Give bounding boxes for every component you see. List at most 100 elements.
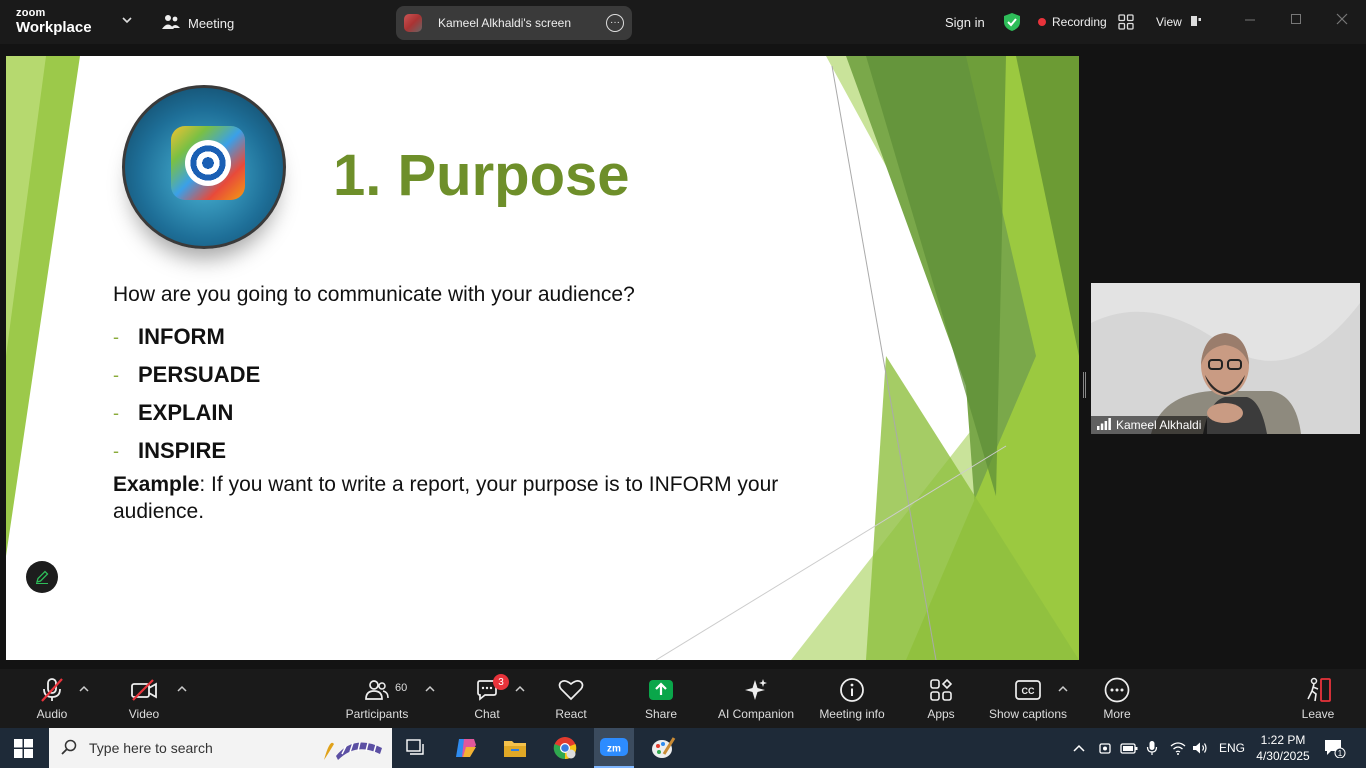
view-layout-icon (1190, 15, 1202, 30)
sparkle-icon (743, 676, 769, 704)
input-language[interactable]: ENG (1219, 728, 1245, 768)
sign-in-button[interactable]: Sign in (945, 0, 985, 44)
brand-bottom: Workplace (16, 19, 92, 36)
leave-icon (1304, 676, 1332, 704)
encryption-shield-icon[interactable] (1003, 0, 1021, 44)
chrome-icon[interactable] (545, 728, 585, 768)
windows-start-icon[interactable] (14, 739, 33, 763)
video-off-icon (129, 676, 159, 704)
bullet-marker: - (113, 364, 119, 385)
example-text: : If you want to write a report, your pu… (113, 473, 779, 523)
chevron-down-icon[interactable] (121, 14, 133, 29)
more-options-icon[interactable]: ··· (606, 14, 624, 32)
microphone-icon[interactable] (1146, 728, 1158, 768)
show-captions-label: Show captions (988, 707, 1068, 721)
leave-button[interactable]: Leave (1298, 669, 1338, 728)
notifications-icon[interactable]: 1 (1324, 728, 1346, 768)
audio-options-caret-icon[interactable] (79, 685, 89, 696)
search-icon (61, 739, 77, 758)
video-button[interactable]: Video (122, 669, 166, 728)
maximize-icon[interactable] (1290, 12, 1302, 28)
ai-companion-button[interactable]: AI Companion (715, 669, 797, 728)
meeting-tab-label: Meeting (188, 15, 235, 31)
more-button[interactable]: More (1099, 669, 1135, 728)
video-label: Video (128, 707, 160, 721)
slide-example: Example: If you want to write a report, … (113, 471, 833, 525)
notification-count: 1 (1338, 749, 1343, 758)
file-explorer-icon[interactable] (495, 728, 535, 768)
panel-resize-handle[interactable] (1083, 372, 1086, 398)
wifi-icon[interactable] (1170, 728, 1186, 768)
battery-icon[interactable] (1120, 728, 1138, 768)
video-options-caret-icon[interactable] (177, 685, 187, 696)
participants-caret-icon[interactable] (425, 685, 435, 696)
participant-name-label: Kameel Alkhaldi (1091, 416, 1208, 434)
view-button[interactable]: View (1156, 0, 1202, 44)
participant-video-tile[interactable]: Kameel Alkhaldi (1091, 283, 1360, 434)
zoom-taskbar-icon[interactable]: zm (594, 728, 634, 768)
chat-icon: 3 (475, 674, 509, 704)
leave-label: Leave (1301, 707, 1335, 721)
react-button[interactable]: React (553, 669, 589, 728)
svg-text:CC: CC (1022, 686, 1035, 696)
system-clock[interactable]: 1:22 PM 4/30/2025 (1254, 732, 1312, 764)
taskbar-search-input[interactable]: Type here to search (49, 728, 392, 768)
volume-icon[interactable] (1192, 728, 1208, 768)
apps-button[interactable]: Apps (923, 669, 959, 728)
tray-overflow-icon[interactable] (1072, 728, 1086, 768)
brand-top: zoom (16, 7, 46, 19)
muted-mic-icon (38, 676, 66, 704)
meeting-info-label: Meeting info (819, 707, 885, 721)
search-highlight-art-icon (324, 741, 382, 760)
share-label: Share (644, 707, 678, 721)
ai-companion-label: AI Companion (717, 707, 795, 721)
apps-icon (929, 676, 953, 704)
minimize-icon[interactable] (1244, 12, 1256, 28)
zoom-logo[interactable]: zoom Workplace (16, 7, 92, 36)
participant-name: Kameel Alkhaldi (1116, 418, 1202, 432)
svg-text:zm: zm (607, 744, 621, 755)
chat-button[interactable]: 3 Chat (469, 669, 509, 728)
signal-strength-icon (1097, 417, 1111, 433)
participant-video (1091, 283, 1360, 434)
chat-label: Chat (474, 707, 500, 721)
task-view-icon[interactable] (396, 728, 436, 768)
shared-screen-title: Kameel Alkhaldi's screen (438, 16, 572, 30)
list-item: - INFORM (113, 318, 260, 356)
target-icon (171, 126, 245, 200)
meet-now-icon[interactable] (1098, 728, 1112, 768)
annotate-pen-icon[interactable] (26, 561, 58, 593)
purpose-list: - INFORM - PERSUADE - EXPLAIN - INSPIRE (113, 318, 260, 470)
share-button[interactable]: Share (641, 669, 681, 728)
clock-date: 4/30/2025 (1256, 749, 1310, 763)
recording-indicator[interactable]: Recording (1038, 0, 1107, 44)
shared-screen-pill[interactable]: Kameel Alkhaldi's screen ··· (396, 6, 632, 40)
meeting-tab[interactable]: Meeting (162, 12, 234, 34)
cc-icon: CC (1015, 676, 1041, 704)
more-icon (1104, 676, 1130, 704)
bullet-text: EXPLAIN (138, 400, 234, 425)
copilot-icon[interactable] (446, 728, 486, 768)
bullet-marker: - (113, 326, 119, 347)
captions-caret-icon[interactable] (1058, 685, 1068, 696)
chat-unread-badge: 3 (493, 674, 509, 690)
purpose-target-logo (122, 85, 286, 249)
bullet-marker: - (113, 402, 119, 423)
list-item: - EXPLAIN (113, 394, 260, 432)
participants-button[interactable]: 60 Participants (343, 669, 411, 728)
view-label: View (1156, 15, 1182, 29)
bullet-text: INFORM (138, 324, 225, 349)
chat-caret-icon[interactable] (515, 685, 525, 696)
audio-button[interactable]: Audio (30, 669, 74, 728)
search-placeholder: Type here to search (89, 740, 213, 756)
example-label: Example (113, 473, 200, 496)
gallery-grid-icon[interactable] (1118, 0, 1134, 44)
audio-label: Audio (36, 707, 68, 721)
paint-app-icon[interactable] (643, 728, 683, 768)
list-item: - INSPIRE (113, 432, 260, 470)
heart-icon (558, 676, 584, 704)
close-icon[interactable] (1336, 12, 1348, 28)
meeting-info-button[interactable]: Meeting info (815, 669, 889, 728)
meeting-toolbar: Audio Video 60 Participants 3 Chat React… (0, 669, 1366, 728)
show-captions-button[interactable]: CC Show captions (987, 669, 1069, 728)
